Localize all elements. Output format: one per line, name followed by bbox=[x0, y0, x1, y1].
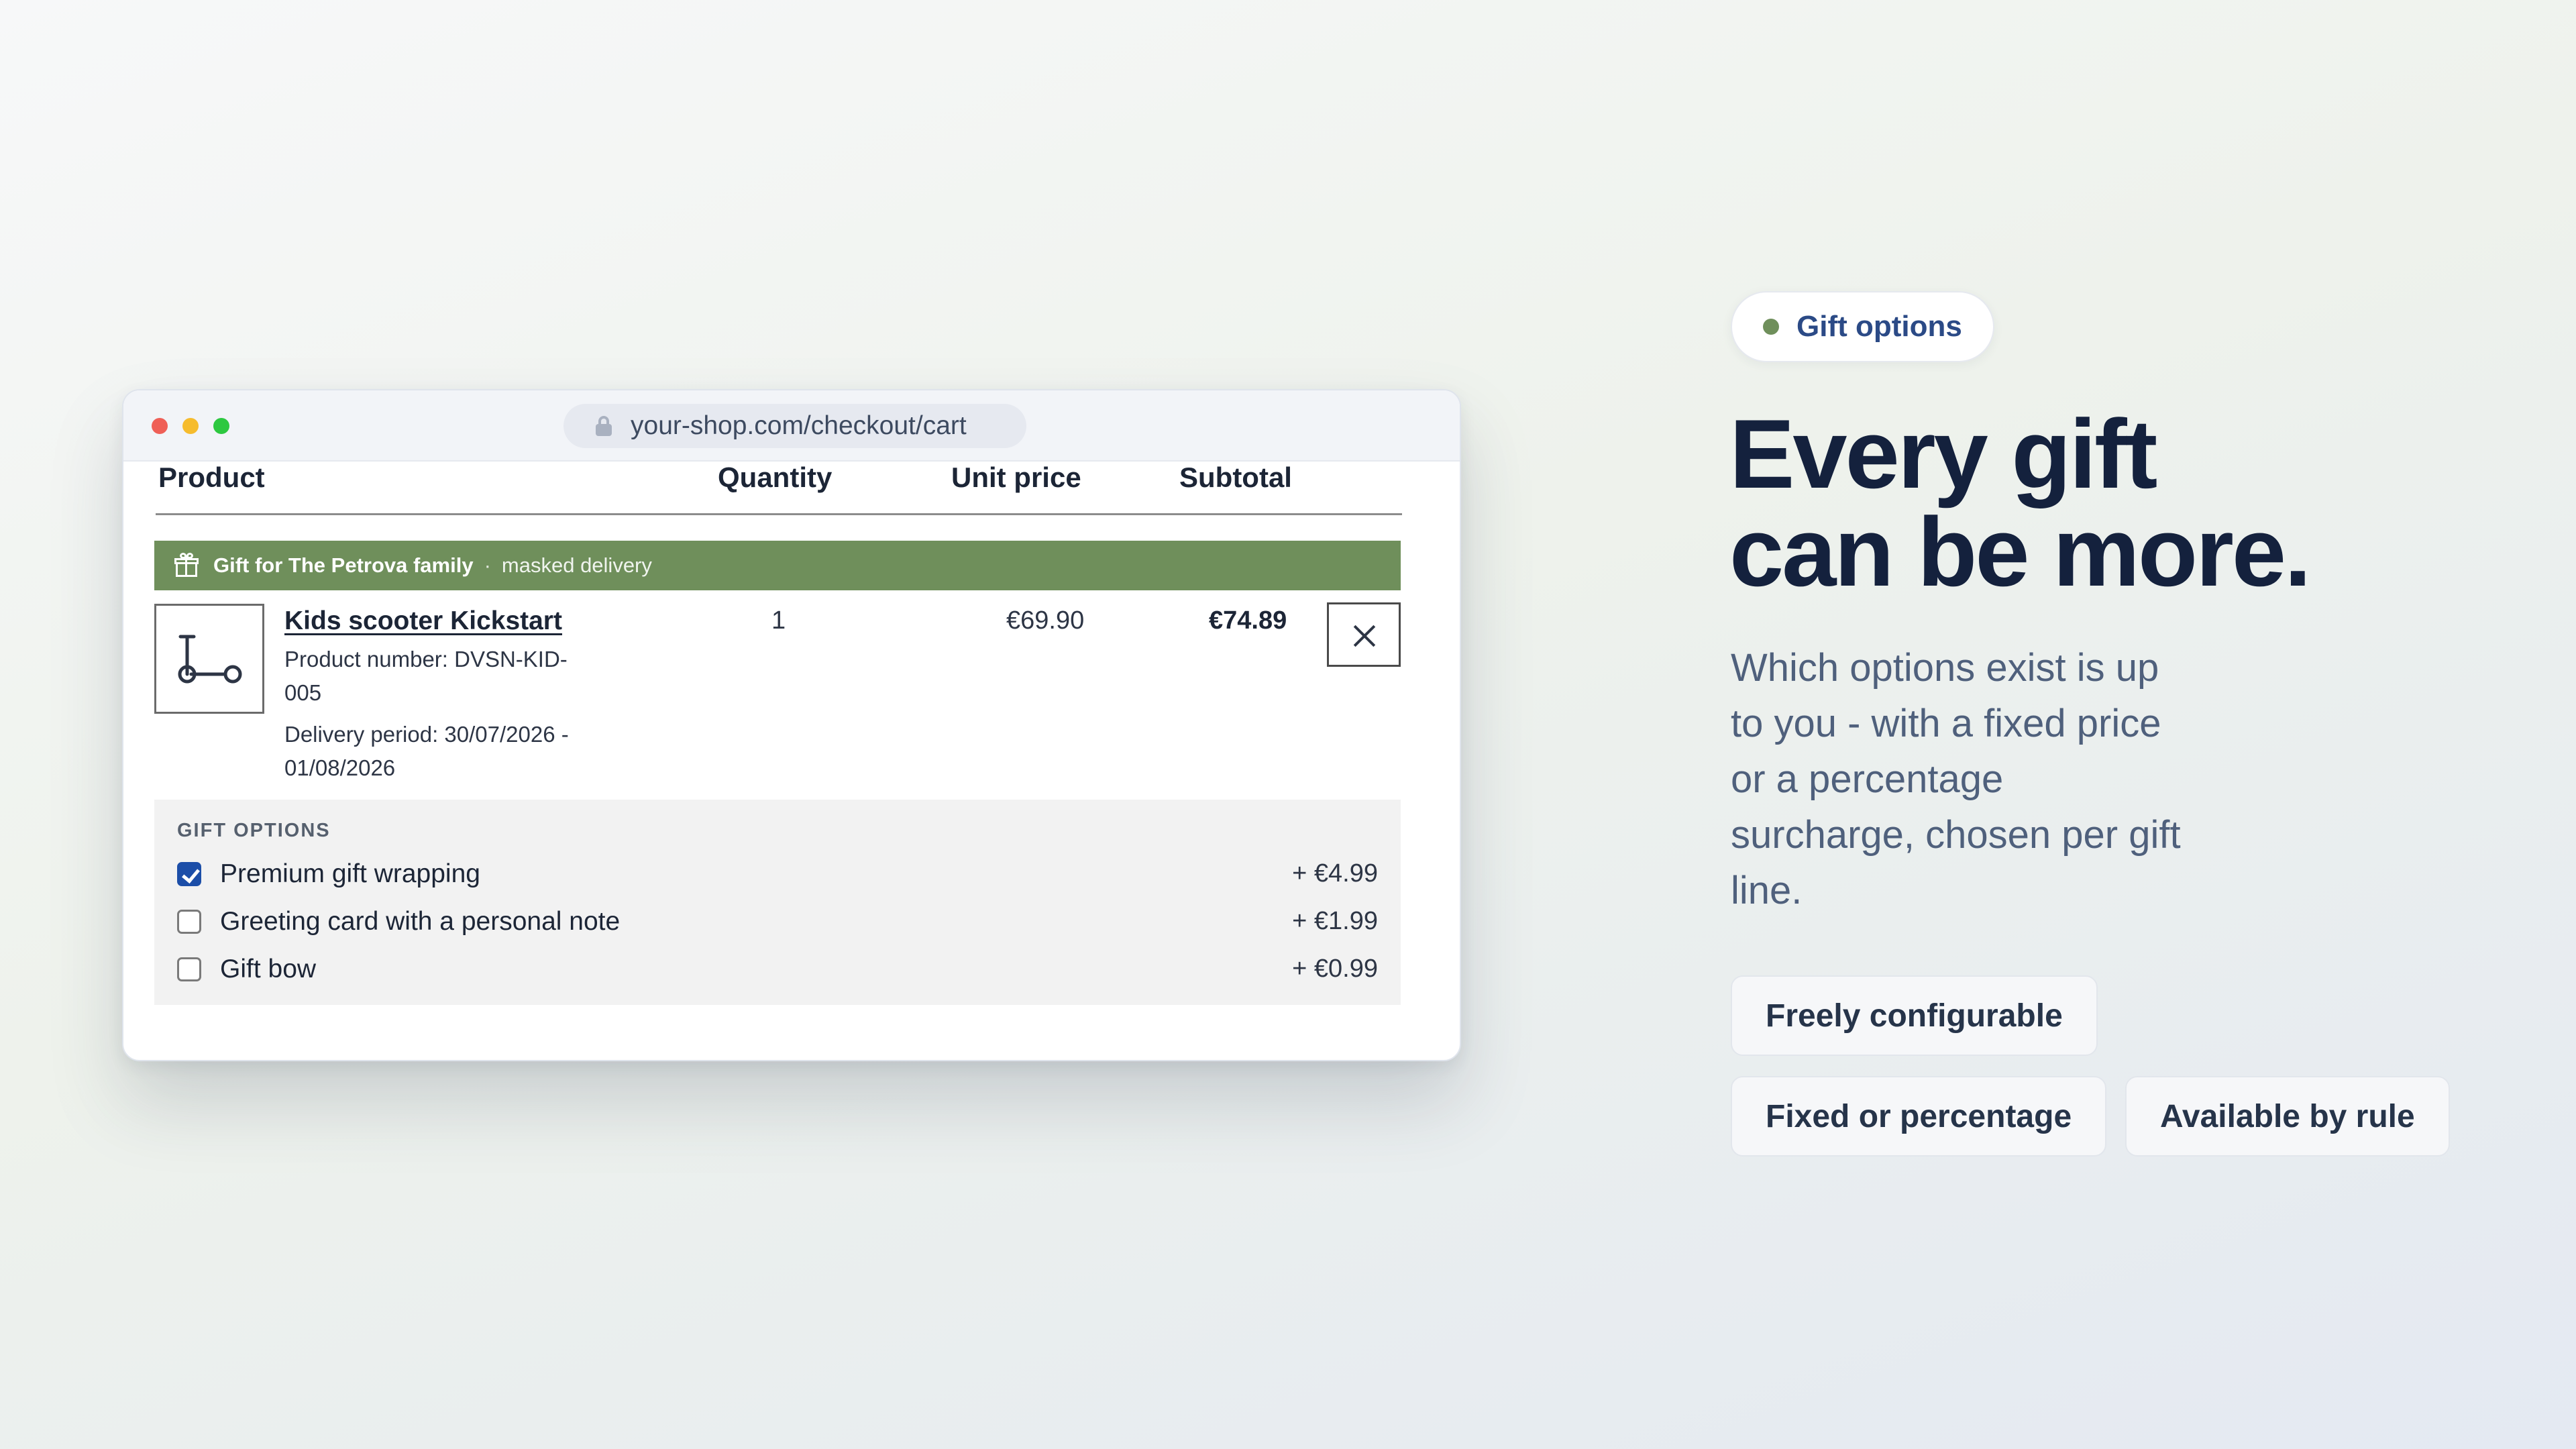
item-subtotal: €74.89 bbox=[1209, 606, 1287, 635]
gift-option-row[interactable]: Gift bow + €0.99 bbox=[177, 945, 1378, 993]
page-headline: Every gift can be more. bbox=[1729, 399, 2312, 606]
delivery-period-cont: 01/08/2026 bbox=[284, 755, 396, 780]
feature-chip-rules: Available by rule bbox=[2125, 1076, 2450, 1157]
table-header: Product Quantity Unit price Subtotal bbox=[156, 462, 1402, 515]
gift-option-checkbox[interactable] bbox=[177, 957, 201, 981]
gift-option-price: + €1.99 bbox=[1292, 907, 1378, 935]
url-text: your-shop.com/checkout/cart bbox=[631, 411, 967, 440]
description-line: to you - with a fixed price bbox=[1731, 702, 2161, 745]
delivery-mode: masked delivery bbox=[501, 553, 652, 577]
gift-option-checkbox[interactable] bbox=[177, 861, 201, 886]
delivery-period: Delivery period: 30/07/2026 - bbox=[284, 722, 569, 747]
feature-pill-label: Gift options bbox=[1796, 310, 1962, 343]
gift-option-price: + €4.99 bbox=[1292, 859, 1378, 888]
column-header-subtotal: Subtotal bbox=[1179, 462, 1292, 493]
description-line: or a percentage bbox=[1731, 757, 2004, 801]
product-thumbnail[interactable] bbox=[154, 604, 264, 714]
description-line: surcharge, chosen per gift bbox=[1731, 813, 2181, 857]
item-unit-price: €69.90 bbox=[1006, 606, 1085, 635]
gift-option-checkbox[interactable] bbox=[177, 909, 201, 934]
product-meta: Product number: DVSN-KID- 005 Delivery p… bbox=[284, 643, 633, 785]
gift-recipient-banner: Gift for The Petrova family · masked del… bbox=[154, 541, 1401, 590]
gift-option-row[interactable]: Greeting card with a personal note + €1.… bbox=[177, 898, 1378, 945]
product-number-cont: 005 bbox=[284, 680, 322, 705]
gift-option-label: Gift bow bbox=[220, 954, 317, 983]
headline-line: can be more. bbox=[1729, 497, 2312, 606]
page-description: Which options exist is up to you - with … bbox=[1731, 640, 2241, 918]
close-window-button[interactable] bbox=[152, 418, 168, 434]
address-bar[interactable]: your-shop.com/checkout/cart bbox=[564, 404, 1026, 448]
column-header-product: Product bbox=[158, 462, 265, 493]
headline-line: Every gift bbox=[1729, 399, 2157, 508]
scooter-icon bbox=[178, 635, 242, 684]
feature-chip-pricing: Fixed or percentage bbox=[1731, 1076, 2107, 1157]
feature-chip-configurable: Freely configurable bbox=[1731, 975, 2098, 1056]
gift-icon bbox=[174, 553, 199, 577]
product-number: Product number: DVSN-KID- bbox=[284, 647, 568, 672]
gift-options-title: GIFT OPTIONS bbox=[177, 820, 331, 841]
gift-option-price: + €0.99 bbox=[1292, 955, 1378, 983]
status-dot-icon bbox=[1763, 319, 1779, 335]
product-name-link[interactable]: Kids scooter Kickstart bbox=[284, 606, 562, 636]
cart-table: Product Quantity Unit price Subtotal bbox=[156, 462, 1402, 515]
maximize-window-button[interactable] bbox=[213, 418, 229, 434]
gift-option-row[interactable]: Premium gift wrapping + €4.99 bbox=[177, 850, 1378, 898]
item-quantity: 1 bbox=[771, 606, 786, 635]
gift-option-label: Greeting card with a personal note bbox=[220, 906, 621, 936]
banner-separator: · bbox=[484, 553, 491, 577]
column-header-quantity: Quantity bbox=[718, 462, 833, 493]
minimize-window-button[interactable] bbox=[182, 418, 199, 434]
remove-item-button[interactable] bbox=[1327, 602, 1401, 667]
gift-options-panel: GIFT OPTIONS Premium gift wrapping + €4.… bbox=[154, 800, 1401, 1005]
column-header-unit-price: Unit price bbox=[951, 462, 1081, 493]
feature-pill: Gift options bbox=[1731, 291, 1994, 362]
lock-icon bbox=[594, 416, 613, 436]
gift-option-label: Premium gift wrapping bbox=[220, 859, 480, 888]
gift-recipient-name: Gift for The Petrova family bbox=[213, 553, 474, 577]
description-line: Which options exist is up bbox=[1731, 646, 2159, 690]
browser-toolbar: your-shop.com/checkout/cart bbox=[123, 390, 1460, 462]
description-line: line. bbox=[1731, 869, 1803, 912]
